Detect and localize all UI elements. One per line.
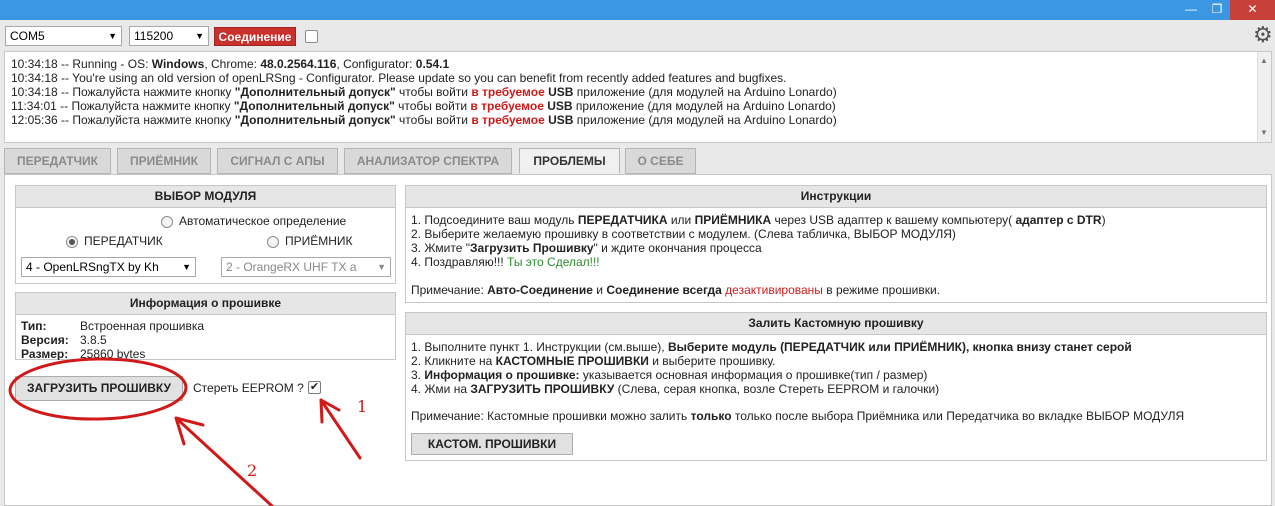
instruction-line-3: 3. Жмите "Загрузить Прошивку" и ждите ок… [411, 241, 762, 255]
tab-receiver[interactable]: ПРИЁМНИК [117, 148, 211, 174]
custom-line-2: 2. Кликните на КАСТОМНЫЕ ПРОШИВКИ и выбе… [411, 354, 776, 368]
tx-firmware-select[interactable]: 4 - OpenLRSngTX by Kh ▼ [21, 257, 196, 277]
chevron-down-icon: ▼ [182, 262, 191, 272]
firmware-type-row: Тип: Встроенная прошивка [21, 319, 205, 333]
tx-firmware-value: 4 - OpenLRSngTX by Kh [26, 260, 159, 274]
erase-eeprom-checkbox[interactable]: ✔ [308, 381, 321, 394]
auto-connect-checkbox[interactable] [305, 30, 318, 43]
instructions-panel: Инструкции 1. Подсоедините ваш модуль ПЕ… [405, 185, 1267, 303]
scroll-up-icon[interactable]: ▲ [1260, 54, 1268, 68]
chevron-down-icon: ▼ [195, 31, 204, 41]
baud-select[interactable]: 115200 ▼ [129, 26, 209, 46]
firmware-info-title: Информация о прошивке [16, 293, 395, 315]
custom-line-4: 4. Жми на ЗАГРУЗИТЬ ПРОШИВКУ (Слева, сер… [411, 382, 940, 396]
minimize-button[interactable]: — [1178, 0, 1204, 20]
transmitter-label: ПЕРЕДАТЧИК [84, 234, 163, 248]
chevron-down-icon: ▼ [108, 31, 117, 41]
firmware-info-panel: Информация о прошивке Тип: Встроенная про… [15, 292, 396, 360]
rx-firmware-select[interactable]: 2 - OrangeRX UHF TX a ▼ [221, 257, 391, 277]
instruction-note: Примечание: Авто-Соединение и Соединение… [411, 283, 941, 297]
tab-rc-signal[interactable]: СИГНАЛ С АПЫ [217, 148, 338, 174]
scroll-down-icon[interactable]: ▼ [1260, 126, 1268, 140]
maximize-button[interactable]: ❐ [1204, 0, 1230, 20]
custom-line-1: 1. Выполните пункт 1. Инструкции (см.выш… [411, 340, 1132, 354]
receiver-radio[interactable] [267, 236, 279, 248]
chevron-down-icon: ▼ [377, 262, 386, 272]
auto-detect-label: Автоматическое определение [179, 214, 347, 228]
log-line: 10:34:18 -- You're using an old version … [11, 71, 787, 85]
instructions-title: Инструкции [406, 186, 1266, 208]
module-select-title: ВЫБОР МОДУЛЯ [16, 186, 395, 208]
port-select[interactable]: COM5 ▼ [5, 26, 122, 46]
instruction-line-4: 4. Поздравляю!!! Ты это Сделал!!! [411, 255, 600, 269]
close-button[interactable]: ✕ [1230, 0, 1275, 20]
auto-detect-radio[interactable] [161, 216, 173, 228]
log-line: 10:34:18 -- Running - OS: Windows, Chrom… [11, 57, 450, 71]
annotation-number-1: 1 [357, 397, 368, 416]
tab-spectrum-analyzer[interactable]: АНАЛИЗАТОР СПЕКТРА [344, 148, 512, 174]
instruction-line-2: 2. Выберите желаемую прошивку в соответс… [411, 227, 956, 241]
firmware-size-row: Размер: 25860 bytes [21, 348, 146, 360]
window-titlebar [0, 0, 1275, 20]
log-console: 10:34:18 -- Running - OS: Windows, Chrom… [4, 51, 1272, 143]
transmitter-radio[interactable] [66, 236, 78, 248]
tab-problems[interactable]: ПРОБЛЕМЫ [519, 148, 620, 174]
instruction-line-1: 1. Подсоедините ваш модуль ПЕРЕДАТЧИКА и… [411, 213, 1106, 227]
connect-button[interactable]: Соединение [214, 27, 296, 46]
log-line: 12:05:36 -- Пожалуйста нажмите кнопку "Д… [11, 113, 837, 127]
erase-eeprom-label: Стереть EEPROM ? [193, 381, 304, 395]
tab-about[interactable]: О СЕБЕ [625, 148, 696, 174]
log-scrollbar[interactable]: ▲ ▼ [1257, 52, 1271, 142]
log-line: 11:34:01 -- Пожалуйста нажмите кнопку "Д… [11, 99, 836, 113]
module-select-panel: ВЫБОР МОДУЛЯ Автоматическое определение … [15, 185, 396, 284]
annotation-number-2: 2 [247, 461, 258, 480]
firmware-version-row: Версия: 3.8.5 [21, 333, 107, 347]
port-value: COM5 [10, 29, 45, 43]
baud-value: 115200 [134, 29, 174, 43]
tab-transmitter[interactable]: ПЕРЕДАТЧИК [4, 148, 111, 174]
custom-line-3: 3. Информация о прошивке: указывается ос… [411, 368, 928, 382]
flash-firmware-button[interactable]: ЗАГРУЗИТЬ ПРОШИВКУ [15, 376, 183, 401]
custom-note: Примечание: Кастомные прошивки можно зал… [411, 409, 1185, 423]
receiver-label: ПРИЁМНИК [285, 234, 353, 248]
gear-icon[interactable]: ⚙ [1253, 24, 1275, 46]
custom-firmware-title: Залить Кастомную прошивку [406, 313, 1266, 335]
rx-firmware-value: 2 - OrangeRX UHF TX a [226, 260, 357, 274]
custom-firmware-panel: Залить Кастомную прошивку 1. Выполните п… [405, 312, 1267, 461]
custom-firmware-button[interactable]: КАСТОМ. ПРОШИВКИ [411, 433, 573, 455]
log-line: 10:34:18 -- Пожалуйста нажмите кнопку "Д… [11, 85, 837, 99]
